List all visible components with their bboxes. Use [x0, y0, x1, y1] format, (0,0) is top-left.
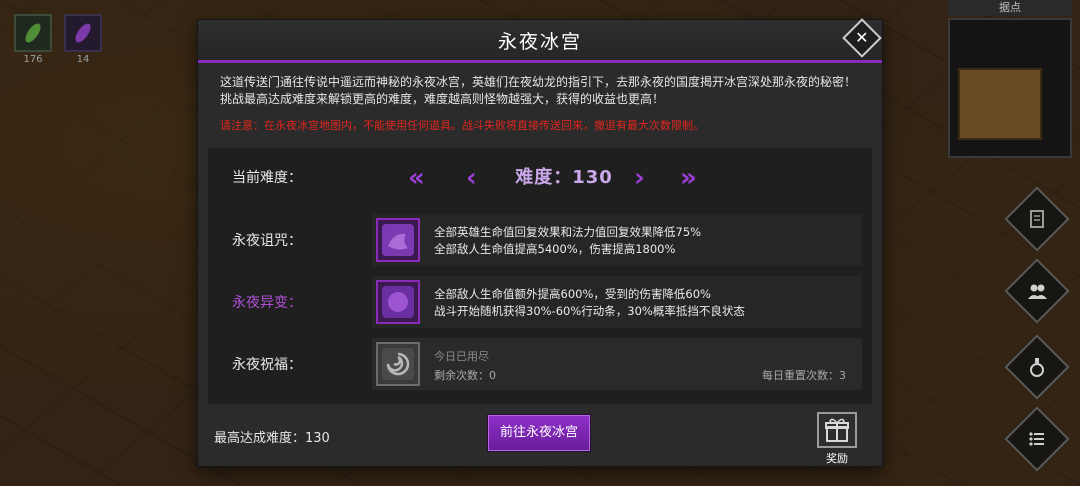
close-icon: ✕: [855, 28, 869, 47]
difficulty-value: 难度：130: [515, 167, 613, 188]
blessing-daily-reset: 每日重置次数：3: [762, 369, 846, 382]
purple-gem-slot[interactable]: [64, 14, 102, 52]
dialog-description: 这道传送门通往传说中遥远而神秘的永夜冰宫，英雄们在夜幼龙的指引下，去那永夜的国度…: [220, 74, 870, 108]
minimap[interactable]: [948, 18, 1072, 158]
mutation-label: 永夜异变：: [232, 295, 302, 311]
description-line-1: 这道传送门通往传说中遥远而神秘的永夜冰宫，英雄们在夜幼龙的指引下，去那永夜的国度…: [220, 75, 857, 89]
purple-curse-icon: [382, 224, 414, 256]
enter-ice-palace-button[interactable]: 前往永夜冰宫: [488, 415, 590, 451]
curse-box: 全部英雄生命值回复效果和法力值回复效果降低75% 全部敌人生命值提高5400%，…: [372, 214, 862, 266]
purple-mutation-icon: [382, 286, 414, 318]
list-icon: [1029, 432, 1044, 446]
difficulty-label: 当前难度：: [232, 170, 302, 186]
curse-effect-2: 全部敌人生命值提高5400%，伤害提高1800%: [434, 242, 676, 256]
curse-effect-1: 全部英雄生命值回复效果和法力值回复效果降低75%: [434, 225, 702, 239]
people-icon: [1028, 284, 1047, 299]
ice-palace-dialog: 永夜冰宫 ✕ 这道传送门通往传说中遥远而神秘的永夜冰宫，英雄们在夜幼龙的指引下，…: [198, 18, 882, 466]
difficulty-prev-button[interactable]: ‹: [466, 164, 477, 192]
difficulty-selector: « ‹ 难度：130 › »: [408, 164, 718, 192]
difficulty-last-button[interactable]: »: [680, 164, 697, 192]
difficulty-first-button[interactable]: «: [408, 164, 425, 192]
blessing-box: 今日已用尽 剩余次数：0 每日重置次数：3: [372, 338, 862, 390]
purple-gem-count: 14: [76, 54, 90, 65]
swirl-blessing-icon: [382, 348, 414, 380]
blessing-status: 今日已用尽: [434, 350, 489, 363]
reward-button[interactable]: 奖励: [814, 412, 860, 465]
mutation-icon-frame[interactable]: [376, 280, 420, 324]
settings-area: 当前难度： « ‹ 难度：130 › » 永夜诅咒： 全部英雄生命值回复效果和法…: [208, 148, 872, 404]
mutation-effect-2: 战斗开始随机获得30%-60%行动条，30%概率抵挡不良状态: [434, 304, 745, 318]
reward-label: 奖励: [826, 452, 848, 465]
green-gem-count: 176: [23, 54, 43, 65]
minimap-room: [958, 68, 1042, 140]
mutation-effect-1: 全部敌人生命值额外提高600%，受到的伤害降低60%: [434, 287, 711, 301]
blessing-label: 永夜祝福：: [232, 357, 302, 373]
green-gem-slot[interactable]: [14, 14, 52, 52]
purple-gem-icon: [75, 23, 91, 43]
potion-icon: [1030, 358, 1044, 377]
description-line-2: 挑战最高达成难度来解锁更高的难度，难度越高则怪物越强大，获得的收益也更高！: [220, 92, 665, 106]
curse-label: 永夜诅咒：: [232, 233, 302, 249]
curse-icon-frame[interactable]: [376, 218, 420, 262]
warning-text: 请注意：在永夜冰宫地图内，不能使用任何道具。战斗失败将直接传送回来，撤退有最大次…: [220, 119, 704, 132]
gift-icon: [825, 418, 849, 442]
dialog-title: 永夜冰宫: [497, 30, 582, 53]
difficulty-next-button[interactable]: ›: [634, 164, 645, 192]
green-gem-icon: [25, 23, 41, 43]
blessing-remaining: 剩余次数：0: [434, 369, 496, 382]
dialog-header: 永夜冰宫: [198, 20, 882, 63]
blessing-icon-frame[interactable]: [376, 342, 420, 386]
minimap-title: 据点: [948, 0, 1072, 16]
scroll-icon: [1030, 210, 1044, 228]
max-difficulty-label: 最高达成难度：130: [214, 431, 330, 446]
reward-icon-frame: [817, 412, 857, 448]
mutation-box: 全部敌人生命值额外提高600%，受到的伤害降低60% 战斗开始随机获得30%-6…: [372, 276, 862, 328]
